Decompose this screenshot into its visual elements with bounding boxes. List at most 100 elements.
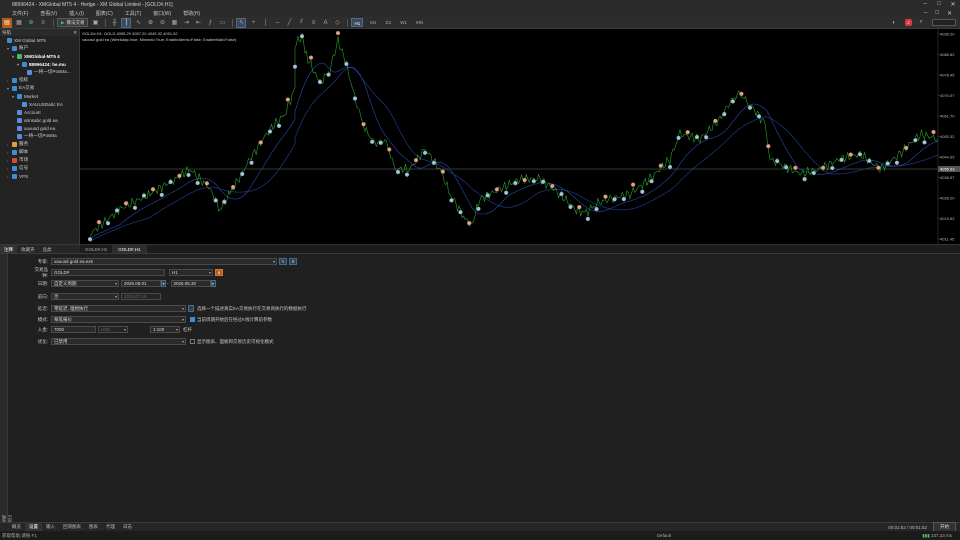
leverage-select[interactable]: 1:100 ▾	[150, 326, 180, 333]
timeframe-w1[interactable]: W1	[398, 18, 409, 27]
navigator-item[interactable]: › VPS	[0, 172, 79, 180]
navigator-item[interactable]: › 服务	[0, 140, 79, 148]
navigator-item[interactable]: atmsabc gold ea	[0, 116, 79, 124]
timeframe-d1[interactable]: D1	[384, 18, 394, 27]
algo-trading-button[interactable]: ▶ 算法交易	[57, 18, 89, 27]
navigator-item[interactable]: ▾ 账户	[0, 44, 79, 52]
chart-shift-icon[interactable]: ⇤	[193, 18, 203, 28]
deposit-input[interactable]: 7000	[51, 326, 96, 333]
zoom-in-icon[interactable]: ⊕	[145, 18, 155, 28]
menu-help[interactable]: 帮助(H)	[183, 10, 200, 17]
text-icon[interactable]: A	[320, 18, 330, 28]
shapes-icon[interactable]: ◇	[332, 18, 342, 28]
navigator-icon[interactable]: ≡	[38, 18, 48, 28]
forward-select[interactable]: 否 ▾	[51, 293, 119, 300]
templates-icon[interactable]: ▭	[217, 18, 227, 28]
date-mode-select[interactable]: 自定义周期 ▾	[51, 280, 119, 287]
navigator-item[interactable]: Account	[0, 108, 79, 116]
buy-marker	[811, 170, 817, 176]
notification-badge[interactable]: 2	[905, 19, 912, 26]
period-select[interactable]: H1 ▾	[169, 269, 213, 276]
optimization-select[interactable]: 已禁用 ▾	[51, 338, 186, 345]
date-to-input[interactable]: 2026.05.30	[170, 280, 211, 287]
trendline-icon[interactable]: ╱	[284, 18, 294, 28]
menu-view[interactable]: 查看(V)	[40, 10, 57, 17]
menu-window[interactable]: 窗口(W)	[153, 10, 171, 17]
nav-tab-favorites[interactable]: 收藏夹	[17, 245, 39, 253]
symbol-select[interactable]: GOLD#	[51, 269, 165, 276]
line-chart-icon[interactable]: ∿	[133, 18, 143, 28]
timeframe-m1[interactable]: M1	[368, 18, 378, 27]
minimize-button[interactable]: –	[918, 1, 932, 8]
child-minimize-button[interactable]: –	[924, 10, 927, 17]
channel-icon[interactable]: ⫽	[296, 18, 306, 28]
navigator-item[interactable]: xauusd gold ea	[0, 124, 79, 132]
navigator-close-icon[interactable]: ✕	[73, 29, 77, 36]
nav-tab-category[interactable]: 品类	[39, 245, 56, 253]
close-button[interactable]: ✕	[946, 1, 960, 8]
maximize-button[interactable]: □	[932, 1, 946, 8]
menu-tools[interactable]: 工具(T)	[125, 10, 141, 17]
autoscroll-icon[interactable]: ⇥	[181, 18, 191, 28]
new-chart-icon[interactable]: ▤	[2, 17, 12, 28]
date-from-input[interactable]: 2026.08.01	[121, 280, 161, 287]
model-select[interactable]: 每笔报价 ▾	[51, 316, 186, 323]
delay-info-icon[interactable]: …	[188, 305, 194, 312]
expert-edit-button[interactable]: ✎	[279, 258, 287, 265]
delay-select[interactable]: 零延迟, 理想执行 ▾	[51, 305, 186, 312]
navigator-item[interactable]: ▾ Market	[0, 92, 79, 100]
navigator-panel: 导航 ✕ XM Global MT5 ▾ 账户 ▾ XMGlobal-MT5 4 ▾ 889…	[0, 29, 80, 244]
chart-tab-active[interactable]: GOLD#,H1	[113, 245, 147, 253]
navigator-item[interactable]: › 脚本	[0, 148, 79, 156]
navigator-item[interactable]: 一将一切PosMa	[0, 132, 79, 140]
model-checkbox[interactable]	[190, 317, 195, 322]
timeframe-h1[interactable]: H1	[351, 18, 364, 27]
indicators-icon[interactable]: ƒ	[205, 18, 215, 28]
navigator-item[interactable]: › 信号	[0, 164, 79, 172]
symbol-properties-button[interactable]: $	[215, 269, 223, 276]
open-folder-icon[interactable]: ▦	[14, 18, 24, 28]
price-axis-label: 4019.82	[940, 216, 955, 221]
navigator-item[interactable]: › 市场	[0, 156, 79, 164]
expert-select[interactable]: xauusd gold ea.ex5 ▾	[51, 258, 277, 265]
visual-mode-checkbox[interactable]	[190, 339, 195, 344]
horizontal-line-icon[interactable]: ─	[272, 18, 282, 28]
price-chart[interactable]: 4095.20 4086.82 4078.45 4070.07 4061.70 4053.…	[80, 29, 960, 244]
menu-chart[interactable]: 图表(C)	[96, 10, 113, 17]
indicator-icon	[12, 77, 17, 83]
timeframe-mn[interactable]: MN	[414, 18, 425, 27]
calendar-icon[interactable]: ▾	[210, 280, 216, 287]
date-label: 日期:	[37, 280, 48, 286]
navigator-item[interactable]: ▾ 88996424: he.mu	[0, 60, 79, 68]
navigator-item[interactable]: ▾ EA交易	[0, 84, 79, 92]
navigator-item[interactable]: › 指标	[0, 76, 79, 84]
new-order-icon[interactable]: ▣	[90, 18, 100, 28]
bar-chart-icon[interactable]: ╫	[109, 18, 119, 28]
child-close-button[interactable]: ✕	[947, 10, 952, 17]
candlestick-icon[interactable]: ┃	[121, 17, 132, 28]
grid-icon[interactable]: ▦	[169, 18, 179, 28]
market-watch-icon[interactable]: ⊕	[26, 18, 36, 28]
navigator-item[interactable]: ▾ XMGlobal-MT5 4	[0, 52, 79, 60]
menu-file[interactable]: 文件(F)	[12, 10, 28, 17]
fibonacci-icon[interactable]: ≡	[308, 18, 318, 28]
zoom-out-icon[interactable]: ⊖	[157, 18, 167, 28]
search-icon[interactable]: ⌕	[916, 18, 926, 28]
navigator-item[interactable]: 一将一切PosMa...	[0, 68, 79, 76]
chart-canvas[interactable]: 4095.20 4086.82 4078.45 4070.07 4061.70 4053.…	[80, 29, 960, 244]
cursor-icon[interactable]: ↖	[236, 17, 247, 28]
sell-marker	[793, 165, 798, 171]
search-input[interactable]	[932, 19, 956, 26]
menu-insert[interactable]: 插入(I)	[69, 10, 84, 17]
calendar-icon[interactable]: ▾	[161, 280, 166, 287]
crosshair-icon[interactable]: +	[248, 18, 258, 28]
buy-marker	[132, 205, 138, 211]
navigator-item[interactable]: XM Global MT5	[0, 36, 79, 44]
chart-tab[interactable]: GOLD#,H1	[80, 245, 114, 253]
navigator-item[interactable]: XAUUSDabc EA	[0, 100, 79, 108]
nav-tab-common[interactable]: 注释	[0, 245, 17, 253]
expert-settings-button[interactable]: ⚙	[289, 258, 297, 265]
child-restore-button[interactable]: □	[935, 10, 939, 17]
user-icon[interactable]: ◐	[889, 18, 899, 28]
vertical-line-icon[interactable]: │	[260, 18, 270, 28]
